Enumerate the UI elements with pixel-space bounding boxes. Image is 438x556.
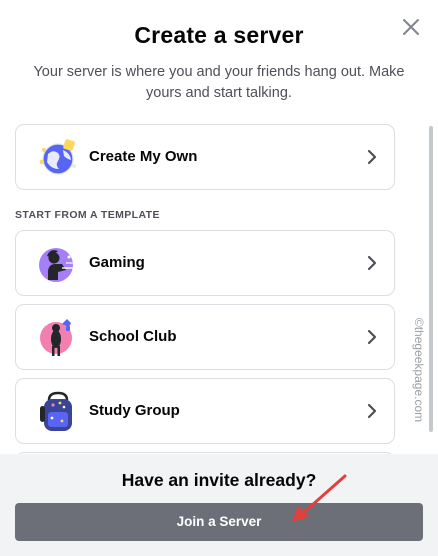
template-study-group[interactable]: Study Group <box>15 378 395 444</box>
template-label: School Club <box>89 328 177 345</box>
template-label: Gaming <box>89 254 145 271</box>
template-label: Study Group <box>89 402 180 419</box>
create-my-own-label: Create My Own <box>89 148 198 165</box>
school-club-icon <box>40 319 72 356</box>
server-options-list: Create My Own START FROM A TEMPLATE Gami… <box>0 120 438 454</box>
chevron-right-icon <box>367 403 377 419</box>
create-my-own-option[interactable]: Create My Own <box>15 124 395 190</box>
chevron-right-icon <box>367 255 377 271</box>
invite-heading: Have an invite already? <box>121 470 317 490</box>
invite-footer: Have an invite already? Join a Server <box>0 454 438 556</box>
template-school-club[interactable]: School Club <box>15 304 395 370</box>
study-group-icon <box>40 391 72 431</box>
watermark-text: ©thegeekpage.com <box>412 317 426 423</box>
chevron-right-icon <box>367 329 377 345</box>
modal-subtitle: Your server is where you and your friend… <box>33 64 405 101</box>
join-server-button[interactable]: Join a Server <box>15 503 423 541</box>
create-own-globe-icon <box>39 139 76 175</box>
watermark: ©thegeekpage.com <box>404 300 434 440</box>
create-server-modal: Create a server Your server is where you… <box>0 0 438 556</box>
modal-title: Create a server <box>134 22 304 48</box>
gaming-icon <box>39 248 77 282</box>
template-section-heading: START FROM A TEMPLATE <box>15 209 160 221</box>
chevron-right-icon <box>367 149 377 165</box>
template-gaming[interactable]: Gaming <box>15 230 395 296</box>
